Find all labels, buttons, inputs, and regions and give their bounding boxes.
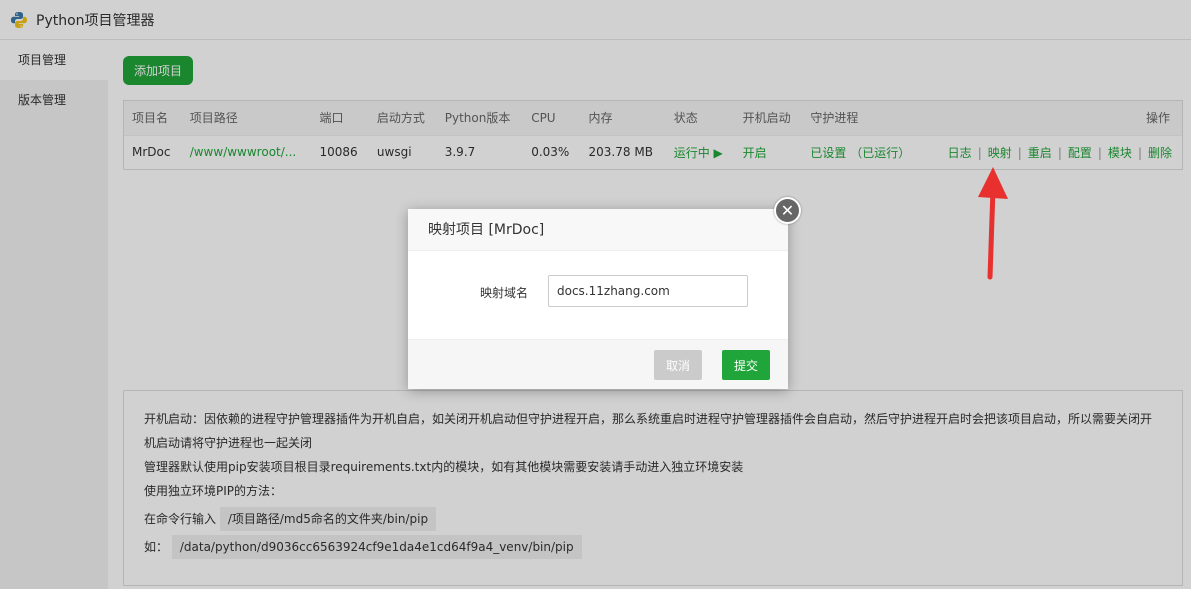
red-arrow-annotation	[978, 167, 1008, 280]
domain-label: 映射域名	[480, 286, 529, 300]
submit-button[interactable]: 提交	[722, 350, 770, 380]
close-icon[interactable]: ✕	[774, 197, 801, 224]
dialog-body: 映射域名	[408, 251, 788, 339]
dialog-footer: 取消 提交	[408, 339, 788, 389]
cancel-button[interactable]: 取消	[654, 350, 702, 380]
domain-input[interactable]	[548, 275, 748, 307]
dialog-title: 映射项目 [MrDoc]	[408, 209, 788, 251]
mapping-dialog: 映射项目 [MrDoc] 映射域名 取消 提交	[408, 209, 788, 389]
